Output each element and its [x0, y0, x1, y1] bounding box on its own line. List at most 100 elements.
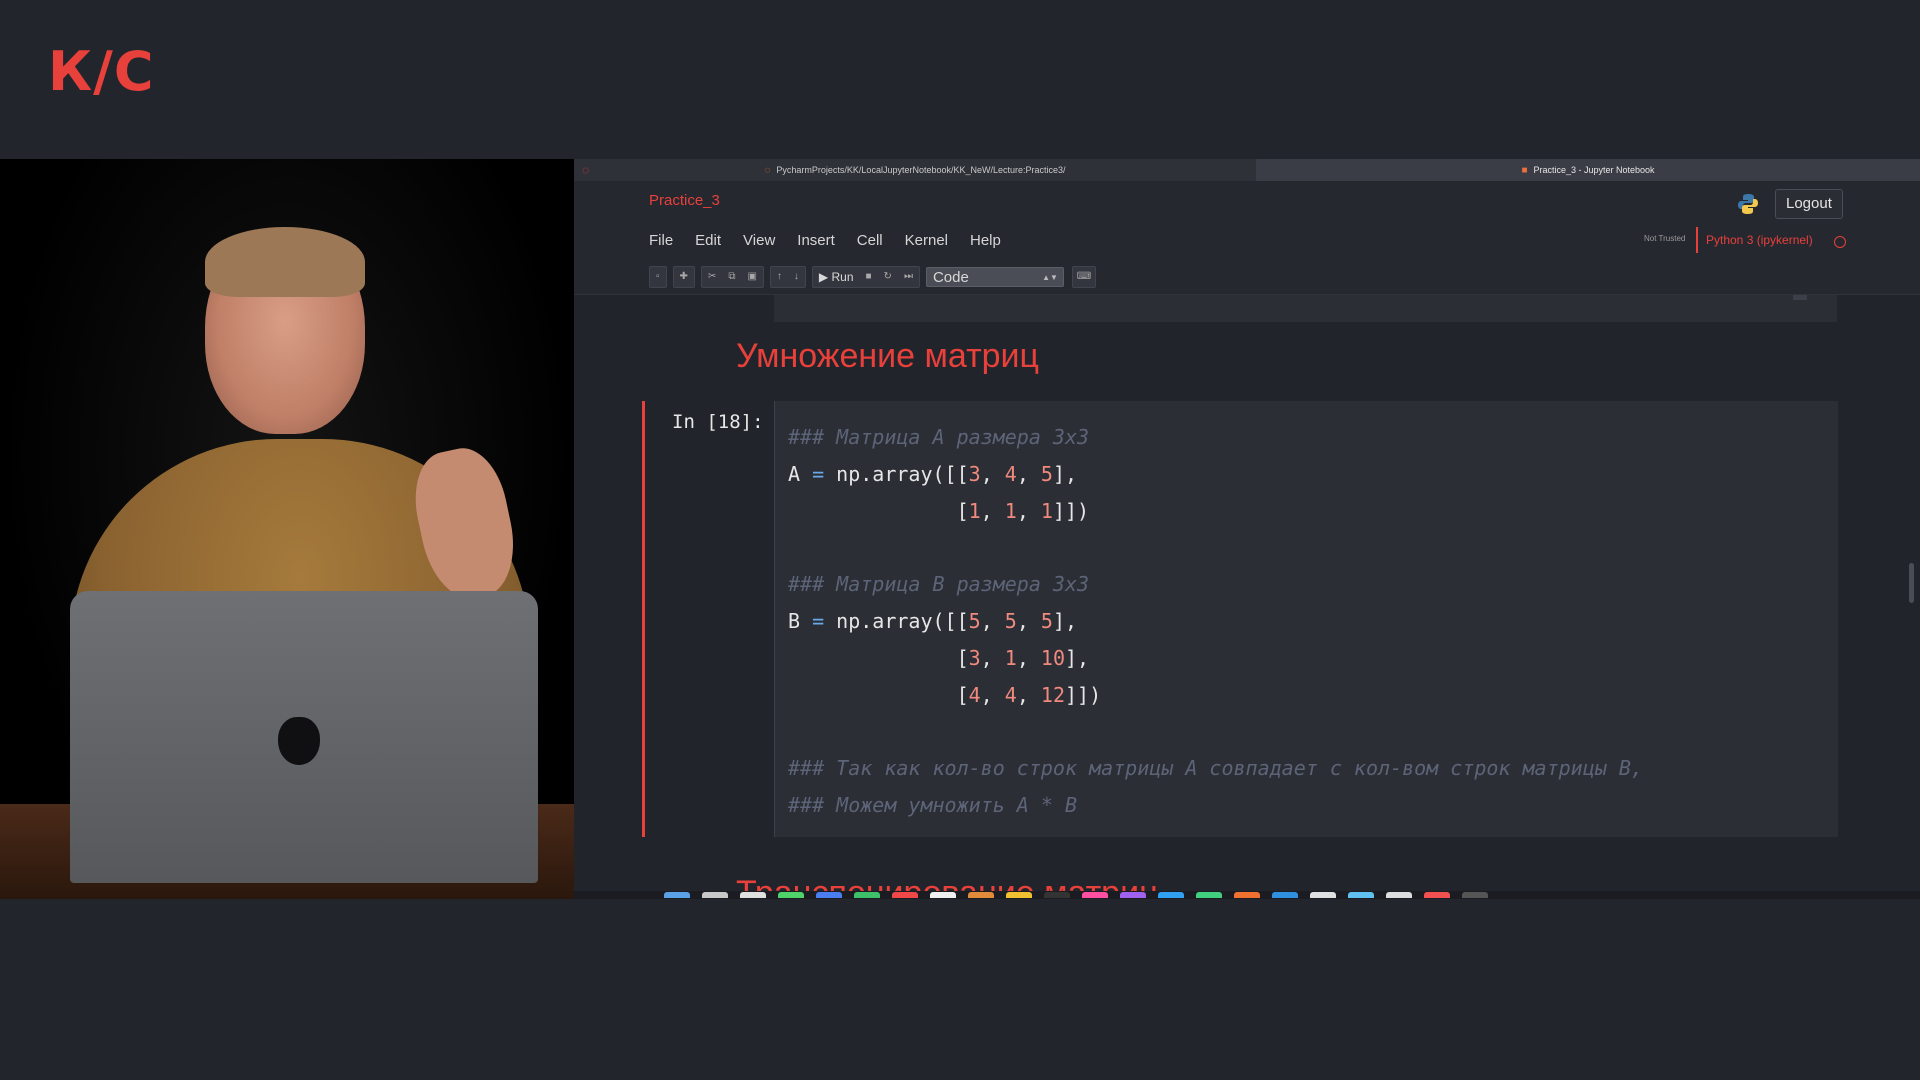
code-comment: ### Можем умножить A * B — [788, 792, 1077, 817]
jupyter-icon: ◌ — [764, 164, 771, 176]
menu-insert[interactable]: Insert — [797, 232, 835, 249]
code-line[interactable]: [3, 1, 10], — [788, 640, 1643, 677]
code-text: np.array([[ — [824, 608, 969, 633]
dock-app-icon[interactable] — [1348, 892, 1374, 898]
browser-window: ◌ PycharmProjects/KK/LocalJupyterNoteboo… — [574, 159, 1920, 899]
dock-app-icon[interactable] — [1120, 892, 1146, 898]
code-line[interactable]: A = np.array([[3, 4, 5], — [788, 456, 1643, 493]
selected-cell-bar — [642, 401, 645, 837]
code-text: , — [1016, 645, 1041, 670]
code-text: ]]) — [1065, 682, 1102, 707]
cell-scrollbar[interactable] — [1793, 295, 1807, 300]
dock-app-icon[interactable] — [1044, 892, 1070, 898]
code-number: 4 — [1004, 682, 1017, 707]
dock-app-icon[interactable] — [1386, 892, 1412, 898]
dock-app-icon[interactable] — [1006, 892, 1032, 898]
dock-app-icon[interactable] — [816, 892, 842, 898]
menu-file[interactable]: File — [649, 232, 673, 249]
code-line[interactable]: ### Можем умножить A * B — [788, 787, 1643, 824]
code-cell[interactable]: In [18]: ### Матрица A размера 3x3 A = np… — [642, 401, 1838, 837]
tab-label: Practice_3 - Jupyter Notebook — [1533, 165, 1655, 175]
markdown-heading[interactable]: Умножение матриц — [736, 337, 1039, 376]
code-number: 3 — [968, 645, 981, 670]
code-line[interactable]: ### Матрица A размера 3x3 — [788, 419, 1643, 456]
dock-app-icon[interactable] — [1196, 892, 1222, 898]
trust-status[interactable]: Not Trusted — [1644, 234, 1685, 243]
code-number: 5 — [1040, 461, 1053, 486]
tab-pycharm[interactable]: ◌ PycharmProjects/KK/LocalJupyterNoteboo… — [574, 159, 1256, 181]
code-number: 10 — [1040, 645, 1065, 670]
dock-app-icon[interactable] — [930, 892, 956, 898]
paste-icon[interactable]: ▣ — [741, 267, 762, 287]
code-line[interactable]: ### Так как кол-во строк матрицы A совпа… — [788, 750, 1643, 787]
code-text: , — [1016, 461, 1041, 486]
stop-icon[interactable]: ■ — [860, 267, 878, 287]
dock-app-icon[interactable] — [1462, 892, 1488, 898]
code-text: , — [980, 645, 1005, 670]
menu-cell[interactable]: Cell — [857, 232, 883, 249]
cell-prompt: In [18]: — [672, 411, 764, 433]
menu-kernel[interactable]: Kernel — [905, 232, 948, 249]
move-down-icon[interactable]: ↓ — [788, 267, 805, 287]
notebook-icon: ■ — [1521, 164, 1528, 176]
dock-app-icon[interactable] — [1310, 892, 1336, 898]
menu-view[interactable]: View — [743, 232, 775, 249]
dock-app-icon[interactable] — [892, 892, 918, 898]
dock-app-icon[interactable] — [664, 892, 690, 898]
code-text: , — [980, 682, 1005, 707]
save-icon[interactable]: ▫ — [650, 267, 666, 287]
code-text: , — [980, 608, 1005, 633]
code-line[interactable]: [1, 1, 1]]) — [788, 493, 1643, 530]
run-button[interactable]: ▶ Run — [813, 270, 860, 284]
cell-type-select[interactable]: Code ▲▼ — [925, 267, 1064, 287]
dock — [574, 891, 1920, 899]
code-number: 3 — [968, 461, 981, 486]
code-number: 5 — [1040, 608, 1053, 633]
previous-cell[interactable] — [774, 295, 1837, 322]
dock-app-icon[interactable] — [854, 892, 880, 898]
insert-group: ✚ — [672, 266, 695, 288]
dock-app-icon[interactable] — [1424, 892, 1450, 898]
kernel-status-icon — [1834, 236, 1846, 248]
move-up-icon[interactable]: ↑ — [771, 267, 788, 287]
dock-app-icon[interactable] — [1272, 892, 1298, 898]
dock-app-icon[interactable] — [1234, 892, 1260, 898]
dock-app-icon[interactable] — [740, 892, 766, 898]
code-editor[interactable]: ### Матрица A размера 3x3 A = np.array([[… — [788, 419, 1643, 824]
code-line[interactable]: B = np.array([[5, 5, 5], — [788, 603, 1643, 640]
dock-app-icon[interactable] — [1082, 892, 1108, 898]
add-cell-icon[interactable]: ✚ — [674, 267, 694, 287]
kernel-indicator[interactable]: Python 3 (ipykernel) — [1696, 227, 1813, 253]
notebook-title[interactable]: Practice_3 — [649, 192, 720, 209]
code-line[interactable]: ### Матрица B размера 3x3 — [788, 566, 1643, 603]
code-text: ], — [1052, 608, 1078, 633]
logout-button[interactable]: Logout — [1775, 189, 1843, 219]
dock-app-icon[interactable] — [968, 892, 994, 898]
menu-edit[interactable]: Edit — [695, 232, 721, 249]
menu-help[interactable]: Help — [970, 232, 1001, 249]
move-group: ↑ ↓ — [769, 266, 806, 288]
cell-input[interactable]: ### Матрица A размера 3x3 A = np.array([[… — [774, 401, 1838, 837]
dock-app-icon[interactable] — [702, 892, 728, 898]
keyboard-icon[interactable]: ⌨ — [1071, 266, 1096, 288]
notebook-toolbar: ▫ ✚ ✂ ⧉ ▣ ↑ ↓ ▶ Run ■ ↻ ⏭ Code ▲▼ ⌨ — [649, 266, 1096, 288]
code-number: 12 — [1040, 682, 1065, 707]
code-text: B — [788, 608, 813, 633]
restart-icon[interactable]: ↻ — [878, 267, 898, 287]
tab-bar: ◌ PycharmProjects/KK/LocalJupyterNoteboo… — [574, 159, 1920, 181]
run-group: ▶ Run ■ ↻ ⏭ — [811, 266, 920, 288]
copy-icon[interactable]: ⧉ — [722, 267, 741, 287]
cut-icon[interactable]: ✂ — [702, 267, 722, 287]
code-line[interactable]: [4, 4, 12]]) — [788, 677, 1643, 714]
code-operator: = — [812, 461, 825, 486]
code-text: ]]) — [1052, 498, 1090, 523]
dock-app-icon[interactable] — [1158, 892, 1184, 898]
code-text: ], — [1052, 461, 1078, 486]
dock-app-icon[interactable] — [778, 892, 804, 898]
code-line[interactable] — [788, 529, 1643, 566]
notebook-scrollbar[interactable] — [1909, 563, 1914, 603]
code-comment: ### Матрица A размера 3x3 — [788, 425, 1090, 449]
tab-notebook[interactable]: ■ Practice_3 - Jupyter Notebook — [1256, 159, 1920, 181]
code-line[interactable] — [788, 713, 1643, 750]
fast-forward-icon[interactable]: ⏭ — [898, 267, 919, 287]
